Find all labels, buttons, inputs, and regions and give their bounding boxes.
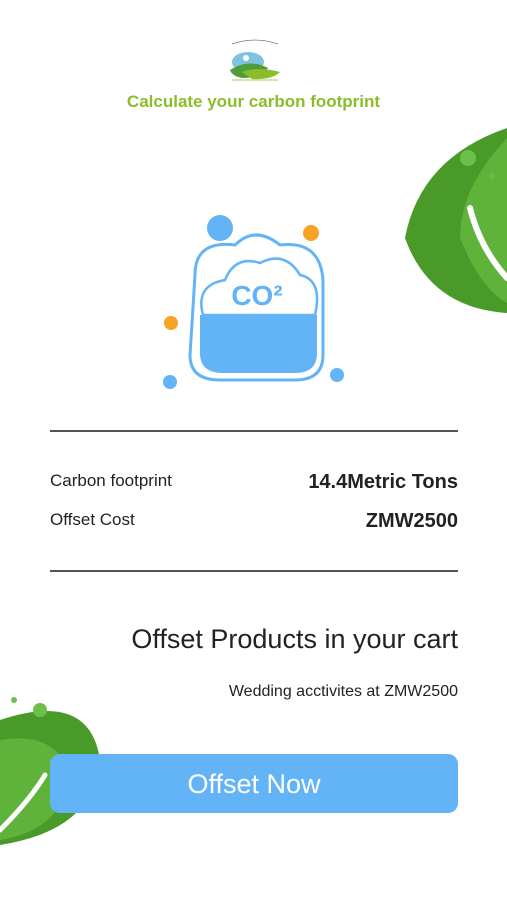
co2-label: CO² <box>231 280 282 311</box>
offset-cost-value: ZMW2500 <box>365 510 458 532</box>
carbon-footprint-value: 14.4Metric Tons <box>308 471 458 493</box>
co2-cloud-illustration: CO² <box>155 205 355 400</box>
offset-now-button[interactable]: Offset Now <box>50 754 458 813</box>
divider-top <box>50 430 458 432</box>
cart-item: Wedding acctivites at ZMW2500 <box>228 683 458 700</box>
carbon-footprint-label: Carbon footprint <box>50 471 172 490</box>
cart-heading: Offset Products in your cart <box>131 624 458 654</box>
app-logo <box>222 38 288 82</box>
page-tagline: Calculate your carbon footprint <box>126 92 381 111</box>
divider-bottom <box>50 570 458 572</box>
leaf-decoration-right <box>400 128 507 318</box>
offset-cost-label: Offset Cost <box>50 510 135 529</box>
